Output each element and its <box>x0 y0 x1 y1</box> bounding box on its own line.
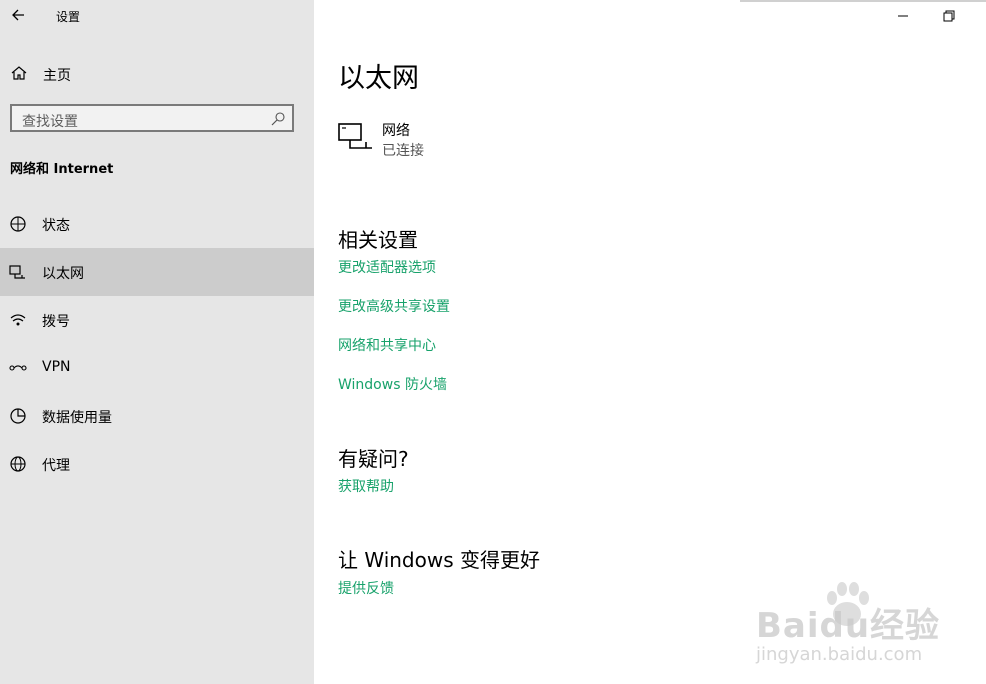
search-icon[interactable] <box>270 111 286 127</box>
sidebar-item-status[interactable]: 状态 <box>0 200 314 248</box>
sidebar-item-label: VPN <box>42 359 71 375</box>
link-give-feedback[interactable]: 提供反馈 <box>338 578 394 598</box>
link-network-sharing-center[interactable]: 网络和共享中心 <box>338 335 436 355</box>
dialup-icon <box>10 314 26 326</box>
sidebar-item-label: 拨号 <box>42 314 70 330</box>
restore-button[interactable] <box>939 6 959 26</box>
app-title: 设置 <box>56 10 81 24</box>
sidebar-item-vpn[interactable]: VPN <box>0 344 314 392</box>
related-settings-heading: 相关设置 <box>338 228 418 252</box>
feedback-heading: 让 Windows 变得更好 <box>338 548 540 572</box>
link-windows-firewall[interactable]: Windows 防火墙 <box>338 374 447 394</box>
sidebar-item-dialup[interactable]: 拨号 <box>0 296 314 344</box>
vpn-icon <box>9 365 27 371</box>
question-heading: 有疑问? <box>338 447 409 471</box>
watermark-logo: Baidu经验 <box>756 606 941 646</box>
sidebar-item-label: 以太网 <box>42 266 84 282</box>
network-status: 已连接 <box>382 143 424 159</box>
sidebar-item-ethernet[interactable]: 以太网 <box>0 248 314 296</box>
sidebar: 设置 主页 查找设置 网络和 Internet 状态 以太网 拨号 VPN 数据… <box>0 0 314 684</box>
home-label: 主页 <box>43 68 71 84</box>
minimize-button[interactable] <box>893 6 913 26</box>
home-icon <box>11 66 27 80</box>
sidebar-item-label: 状态 <box>42 218 70 234</box>
section-title: 网络和 Internet <box>10 162 114 177</box>
minimize-icon <box>898 15 908 17</box>
network-computer-icon <box>338 123 372 149</box>
link-advanced-sharing[interactable]: 更改高级共享设置 <box>338 296 450 316</box>
link-get-help[interactable]: 获取帮助 <box>338 476 394 496</box>
back-button[interactable] <box>8 4 30 26</box>
sidebar-item-home[interactable]: 主页 <box>0 58 314 88</box>
search-placeholder: 查找设置 <box>22 114 78 130</box>
restore-icon <box>943 10 955 22</box>
page-title: 以太网 <box>338 63 419 94</box>
window-edge <box>740 0 986 2</box>
sidebar-item-data-usage[interactable]: 数据使用量 <box>0 392 314 440</box>
search-input[interactable]: 查找设置 <box>10 104 294 132</box>
sidebar-item-proxy[interactable]: 代理 <box>0 440 314 488</box>
sidebar-item-label: 代理 <box>42 458 70 474</box>
status-globe-icon <box>10 216 26 232</box>
data-usage-icon <box>10 408 26 424</box>
proxy-globe-icon <box>10 456 26 472</box>
watermark-url: jingyan.baidu.com <box>756 644 923 665</box>
link-change-adapter-options[interactable]: 更改适配器选项 <box>338 257 436 277</box>
sidebar-item-label: 数据使用量 <box>42 410 112 426</box>
ethernet-icon <box>9 265 25 279</box>
titlebar: 设置 <box>0 0 314 32</box>
back-arrow-icon <box>12 9 24 21</box>
network-name[interactable]: 网络 <box>382 120 410 140</box>
